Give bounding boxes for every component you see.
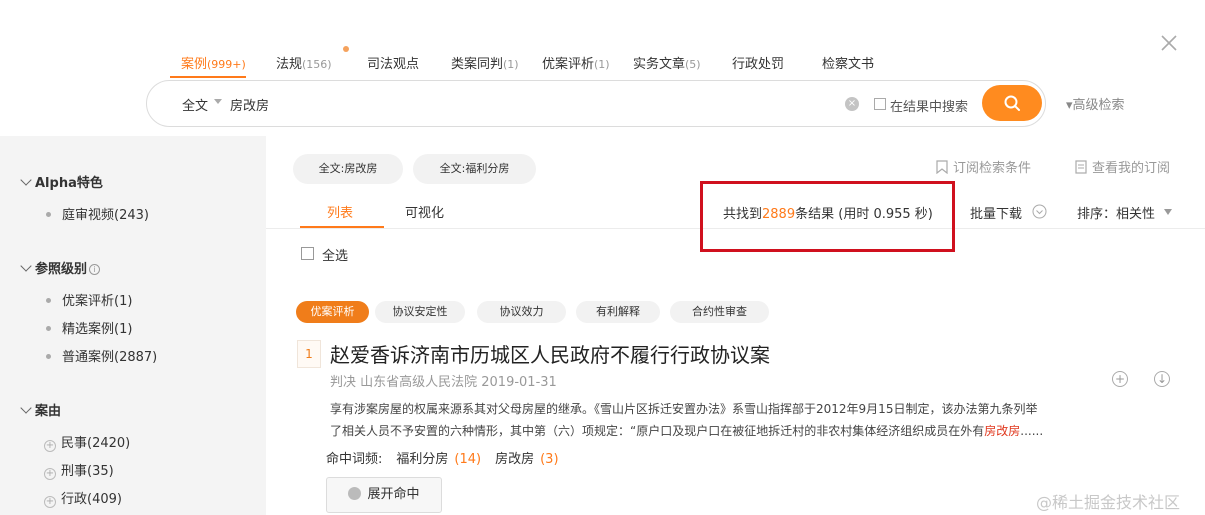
filter-item-normal-cases[interactable]: 普通案例(2887) <box>46 346 157 365</box>
active-tab-underline <box>170 76 246 78</box>
close-icon[interactable] <box>1158 32 1180 54</box>
tab-laws[interactable]: 法规(156) <box>276 53 332 72</box>
tab-judicial-opinions[interactable]: 司法观点 <box>367 53 419 72</box>
filter-sidebar <box>0 136 266 515</box>
search-in-results-checkbox[interactable] <box>874 98 886 110</box>
tab-practice-articles[interactable]: 实务文章(5) <box>633 53 701 72</box>
result-snippet: 享有涉案房屋的权属来源系其对父母房屋的继承。《雪山片区拆迁安置办法》系雪山指挥部… <box>330 402 1044 438</box>
filter-item-selected-cases[interactable]: 精选案例(1) <box>46 318 132 337</box>
sort-select[interactable]: 排序：相关性 <box>1077 203 1155 222</box>
advanced-search-link[interactable]: ▾高级检索 <box>1066 94 1125 113</box>
tab-list[interactable]: 列表 <box>327 202 353 221</box>
bullet-icon <box>46 212 51 217</box>
caret-down-icon[interactable] <box>1164 209 1172 215</box>
plus-icon[interactable]: + <box>44 440 56 452</box>
filter-section-alpha[interactable]: Alpha特色 <box>20 172 103 191</box>
tag-agreement-validity[interactable]: 协议效力 <box>477 301 566 323</box>
add-icon[interactable]: + <box>1112 371 1128 387</box>
tag-favorable-interpretation[interactable]: 有利解释 <box>576 301 660 323</box>
highlight-annotation-box <box>700 181 955 252</box>
caret-down-icon[interactable] <box>214 99 222 104</box>
chevron-down-icon <box>20 260 32 272</box>
bookmark-icon <box>936 160 948 175</box>
filter-item-criminal[interactable]: + 刑事(35) <box>44 460 114 480</box>
tab-case-analysis[interactable]: 优案评析(1) <box>542 53 610 72</box>
filter-item-trial-video[interactable]: 庭审视频(243) <box>46 204 149 223</box>
filter-chip-fulltext-reform[interactable]: 全文:房改房 <box>293 154 403 184</box>
batch-download-button[interactable]: 批量下载 <box>970 203 1022 222</box>
chevron-down-icon <box>20 402 32 414</box>
filter-item-administrative[interactable]: + 行政(409) <box>44 488 122 508</box>
search-in-results-label[interactable]: 在结果中搜索 <box>890 96 968 115</box>
view-subscriptions-link[interactable]: 查看我的订阅 <box>1075 157 1170 176</box>
tab-administrative-penalty[interactable]: 行政处罚 <box>732 53 784 72</box>
tab-procuratorate-docs[interactable]: 检察文书 <box>822 53 874 72</box>
tag-contract-review[interactable]: 合约性审查 <box>670 301 769 323</box>
download-icon[interactable] <box>1032 204 1047 219</box>
info-icon[interactable]: i <box>89 264 101 275</box>
result-title-link[interactable]: 赵爱香诉济南市历城区人民政府不履行行政协议案 <box>330 339 770 368</box>
filter-section-reference-level[interactable]: 参照级别 i <box>20 258 101 277</box>
tab-cases[interactable]: 案例(999+) <box>181 53 246 72</box>
select-all-checkbox[interactable] <box>301 247 314 260</box>
bullet-icon <box>46 354 51 359</box>
chevron-down-icon <box>348 487 362 500</box>
document-icon <box>1075 160 1087 174</box>
hit-frequency: 命中词频: 福利分房 (14) 房改房 (3) <box>326 452 559 467</box>
plus-icon[interactable]: + <box>44 496 56 508</box>
filter-item-civil[interactable]: + 民事(2420) <box>44 432 130 452</box>
tag-excellent-analysis[interactable]: 优案评析 <box>296 301 369 323</box>
bullet-icon <box>46 326 51 331</box>
tag-agreement-stability[interactable]: 协议安定性 <box>375 301 465 323</box>
result-meta: 判决 山东省高级人民法院 2019-01-31 <box>330 375 557 390</box>
chevron-down-icon <box>20 174 32 186</box>
clear-icon[interactable]: × <box>845 97 859 111</box>
search-button[interactable] <box>982 85 1042 121</box>
expand-hits-button[interactable]: 展开命中 <box>326 477 442 513</box>
subscribe-search-link[interactable]: 订阅检索条件 <box>936 157 1031 176</box>
search-scope-select[interactable]: 全文 <box>182 95 208 114</box>
watermark: @稀土掘金技术社区 <box>1036 493 1181 512</box>
tab-similar-cases[interactable]: 类案同判(1) <box>451 53 519 72</box>
notification-dot <box>343 46 349 52</box>
filter-chip-fulltext-welfare[interactable]: 全文:福利分房 <box>413 154 536 184</box>
bullet-icon <box>46 298 51 303</box>
plus-icon[interactable]: + <box>44 468 56 480</box>
search-icon <box>1004 95 1020 111</box>
download-icon[interactable]: ↓ <box>1154 371 1170 387</box>
filter-item-excellent-analysis[interactable]: 优案评析(1) <box>46 290 132 309</box>
search-input[interactable]: 房改房 <box>230 95 269 114</box>
tab-visualization[interactable]: 可视化 <box>405 202 444 221</box>
select-all-label[interactable]: 全选 <box>322 245 348 264</box>
filter-section-cause[interactable]: 案由 <box>20 400 61 419</box>
result-index: 1 <box>297 340 321 368</box>
